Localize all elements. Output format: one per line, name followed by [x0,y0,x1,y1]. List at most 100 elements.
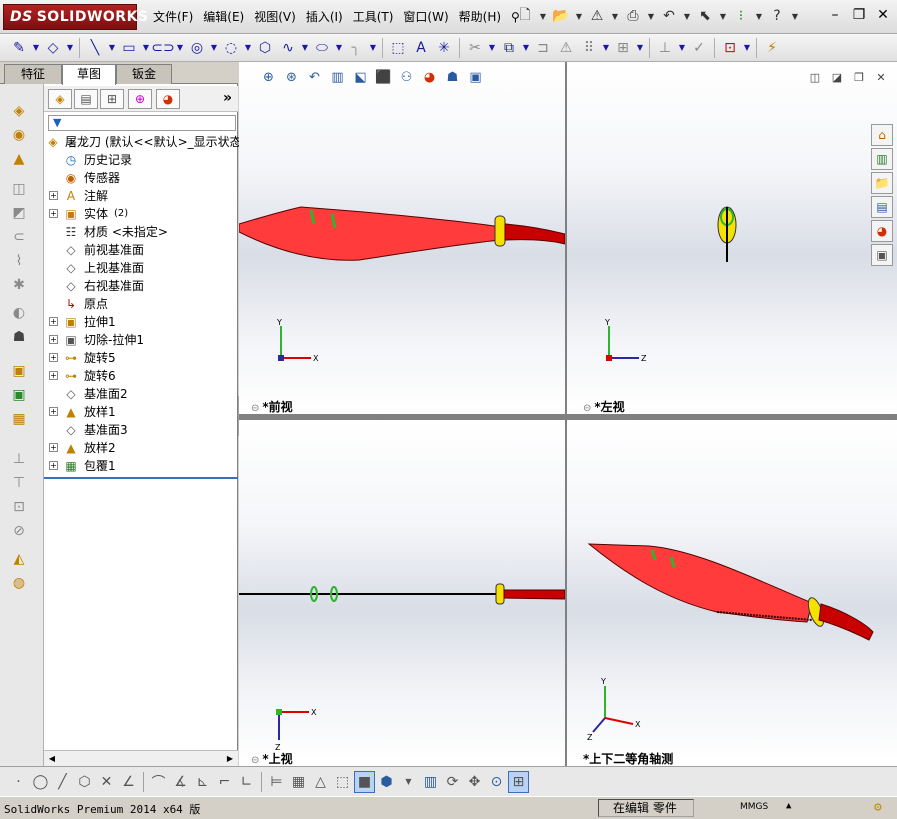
rebuild-status-icon[interactable]: ⚙ [874,800,882,815]
pan-icon[interactable]: ✥ [464,771,485,793]
polygon-icon[interactable]: ⬡ [254,37,276,59]
file-explorer-icon[interactable]: 📁 [871,172,893,194]
camera-icon[interactable]: ⊙ [486,771,507,793]
scroll-left-icon[interactable]: ◀ [46,753,58,765]
expand-toggle-icon[interactable]: + [49,335,58,344]
menu-view[interactable]: 视图(V) [249,9,301,25]
viewport-isometric[interactable]: Y X Z *上下二等角轴测 [567,420,897,766]
boundary-cut-icon[interactable]: ✱ [9,276,29,294]
curve-icon[interactable]: ⌒ [148,771,169,793]
tree-item[interactable]: + ▣ 拉伸1 [44,313,238,331]
smart-dimension-icon[interactable]: ◇ [42,37,64,59]
swept-cut-icon[interactable]: ⊂ [9,228,29,246]
rotate-view-icon[interactable]: ⟳ [442,771,463,793]
menu-file[interactable]: 文件(F) [148,9,198,25]
intersect-icon[interactable]: ◭ [9,550,29,568]
arc-icon[interactable]: ◌ [220,37,242,59]
slot-dropdown-icon[interactable]: ▼ [175,37,185,59]
expand-toggle-icon[interactable]: + [49,317,58,326]
new-dropdown-icon[interactable]: ▼ [538,5,548,27]
tree-item[interactable]: + ⊶ 旋转5 [44,349,238,367]
move-entities-icon[interactable]: ⊞ [612,37,634,59]
select-cursor-icon[interactable]: ⬉ [694,5,716,27]
save-dropdown-icon[interactable]: ▼ [610,5,620,27]
help-dropdown-icon[interactable]: ▼ [790,5,800,27]
arc-dropdown-icon[interactable]: ▼ [243,37,253,59]
wrap-feature-icon[interactable]: ▦ [9,410,29,428]
appearances-icon[interactable]: ◕ [871,220,893,242]
ellipse-icon[interactable]: ⬭ [311,37,333,59]
menu-edit[interactable]: 编辑(E) [198,9,249,25]
spline-icon[interactable]: ∿ [277,37,299,59]
triangle-icon[interactable]: △ [310,771,331,793]
line-icon[interactable]: ╲ [84,37,106,59]
custom-properties-icon[interactable]: ▣ [871,244,893,266]
diagonal-line-icon[interactable]: ╱ [52,771,73,793]
tree-item[interactable]: ◇ 上视基准面 [44,259,238,277]
extrude-cut-icon[interactable]: ◫ [9,180,29,198]
convert-dropdown-icon[interactable]: ▼ [521,37,531,59]
slot-icon[interactable]: ⊂⊃ [151,37,174,59]
expand-toggle-icon[interactable]: + [49,371,58,380]
display-manager-icon[interactable]: ◕ [156,89,180,109]
rebuild-dropdown-icon[interactable]: ▼ [754,5,764,27]
print-icon[interactable]: ⎙ [622,5,644,27]
tree-item[interactable]: ☷ 材质 <未指定> [44,223,238,241]
extrude-boss-icon[interactable]: ◈ [9,102,29,120]
spline-dropdown-icon[interactable]: ▼ [300,37,310,59]
minimize-icon[interactable]: – [825,6,845,24]
unit-system-selector[interactable]: MMGS [740,802,768,812]
featuremanager-tree-icon[interactable]: ◈ [48,89,72,109]
expand-toggle-icon[interactable]: + [49,461,58,470]
menu-tools[interactable]: 工具(T) [348,9,399,25]
shell-icon[interactable]: ▣ [9,386,29,404]
reference-geometry-icon[interactable]: ⊥ [9,450,29,468]
grid-icon[interactable]: ▦ [288,771,309,793]
expand-toggle-icon[interactable]: + [49,209,58,218]
tree-item[interactable]: + ▣ 实体 (2) [44,205,238,223]
fillet-icon[interactable]: ╮ [345,37,367,59]
circle-icon[interactable]: ◎ [186,37,208,59]
expand-chevron-icon[interactable]: » [223,90,232,106]
curves-icon[interactable]: ⊤ [9,474,29,492]
tree-item[interactable]: + ▲ 放样2 [44,439,238,457]
view-palette-icon[interactable]: ▤ [871,196,893,218]
dimension-dropdown-icon[interactable]: ▼ [65,37,75,59]
angle-icon[interactable]: ∠ [118,771,139,793]
viewport-front[interactable]: ⊕ ⊛ ↶ ▥ ⬕ ⬛ ⚇ ◕ ☗ ▣ Y X ⊝ *前视 [239,62,565,414]
sketch-icon[interactable]: ✎ [8,37,30,59]
new-document-icon[interactable]: 🗋 [514,5,536,27]
tree-item[interactable]: ◈ 屠龙刀 (默认<<默认>_显示状态 [44,133,241,151]
quick-snaps-icon[interactable]: ⊡ [719,37,741,59]
tree-item[interactable]: ◇ 基准面2 [44,385,238,403]
tree-item[interactable]: ◇ 右视基准面 [44,277,238,295]
select-dropdown-icon[interactable]: ▼ [718,5,728,27]
circle-outline-icon[interactable]: ◯ [30,771,51,793]
solidworks-resources-icon[interactable]: ⌂ [871,124,893,146]
repair-sketch-icon[interactable]: ✓ [688,37,710,59]
design-library-icon[interactable]: ▥ [871,148,893,170]
tree-item[interactable]: + A 注解 [44,187,238,205]
line-dropdown-icon[interactable]: ▼ [107,37,117,59]
propertymanager-icon[interactable]: ▤ [74,89,98,109]
undo-dropdown-icon[interactable]: ▼ [682,5,692,27]
undo-icon[interactable]: ↶ [658,5,680,27]
mold-tools-icon[interactable]: ◍ [9,574,29,592]
rectangle-dropdown-icon[interactable]: ▼ [141,37,151,59]
expand-toggle-icon[interactable]: + [49,407,58,416]
tree-horizontal-scrollbar[interactable]: ◀ ▶ [44,750,238,766]
feature-filter-input[interactable]: ▼ [48,115,236,131]
units-dropdown-icon[interactable]: ▲ [786,801,791,811]
tree-item[interactable]: + ⊶ 旋转6 [44,367,238,385]
circle-dropdown-icon[interactable]: ▼ [209,37,219,59]
instant3d-icon[interactable]: ⊡ [9,498,29,516]
tab-sketch[interactable]: 草图 [62,64,116,85]
fillet-feature-icon[interactable]: ◐ [9,304,29,322]
point-small-icon[interactable]: · [8,771,29,793]
menu-help[interactable]: 帮助(H) [454,9,506,25]
expand-toggle-icon[interactable]: + [49,443,58,452]
cross-icon[interactable]: ✕ [96,771,117,793]
convert-entities-icon[interactable]: ⧉ [498,37,520,59]
tree-item[interactable]: + ▦ 包覆1 [44,457,238,475]
tree-item[interactable]: ◇ 基准面3 [44,421,238,439]
